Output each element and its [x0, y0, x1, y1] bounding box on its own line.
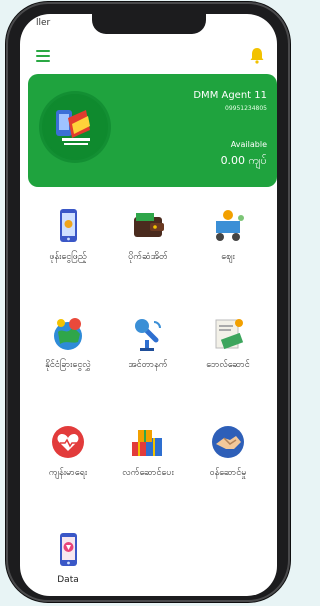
phone-frame: ller DMM Agent 11 09951234805 Available … — [6, 2, 290, 602]
data-pack-icon — [60, 533, 77, 566]
bill-payment-icon — [215, 319, 244, 350]
gift-icon — [132, 430, 162, 456]
service-bill[interactable]: ဘေလ်ဆောင် — [188, 314, 268, 372]
wallet-icon — [134, 213, 164, 237]
agent-name: DMM Agent 11 — [193, 90, 267, 101]
account-card: DMM Agent 11 09951234805 Available 0.00 … — [28, 74, 277, 187]
service-foreign-transfer[interactable]: နိုင်ငံခြားငွေလွှဲ — [28, 314, 108, 372]
available-label: Available — [230, 140, 267, 149]
market-icon — [216, 210, 244, 241]
service-label: လက်ဆောင်ပေး — [122, 468, 174, 478]
service-label: ကျန်းမာရေး — [48, 468, 88, 478]
service-support[interactable]: ဝန်ဆောင်မှု — [188, 422, 268, 480]
bell-icon[interactable] — [249, 46, 265, 64]
service-label: ဈေး — [221, 252, 235, 262]
service-health[interactable]: ကျန်းမာရေး — [28, 422, 108, 480]
service-topup[interactable]: ဖုန်းငွေဖြည့် — [28, 206, 108, 264]
phone-notch — [92, 14, 206, 34]
service-label: အင်တာနက် — [128, 360, 168, 370]
top-bar — [20, 44, 277, 70]
service-data[interactable]: Data — [28, 530, 108, 585]
service-label: Data — [57, 575, 79, 585]
service-wallet[interactable]: ပိုက်ဆံအိတ် — [108, 206, 188, 264]
service-label: ဘေလ်ဆောင် — [206, 360, 250, 370]
balance-amount: 0.00 ကျပ် — [220, 154, 267, 167]
service-label: ပိုက်ဆံအိတ် — [128, 252, 168, 262]
service-market[interactable]: ဈေး — [188, 206, 268, 264]
app-screen: ller DMM Agent 11 09951234805 Available … — [20, 14, 277, 596]
service-label: နိုင်ငံခြားငွေလွှဲ — [45, 360, 91, 370]
service-internet[interactable]: အင်တာနက် — [108, 314, 188, 372]
service-gift[interactable]: လက်ဆောင်ပေး — [108, 422, 188, 480]
hamburger-icon[interactable] — [36, 50, 50, 62]
internet-antenna-icon — [135, 319, 161, 351]
digital-money-logo — [42, 94, 108, 160]
globe-transfer-icon — [54, 318, 82, 350]
phone-topup-icon — [60, 209, 77, 242]
status-carrier: ller — [36, 18, 51, 28]
service-label: ဖုန်းငွေဖြည့် — [49, 252, 87, 262]
handshake-service-icon — [212, 426, 244, 458]
service-label: ဝန်ဆောင်မှု — [209, 468, 247, 478]
agent-phone: 09951234805 — [225, 105, 267, 112]
health-heart-icon — [52, 426, 84, 458]
